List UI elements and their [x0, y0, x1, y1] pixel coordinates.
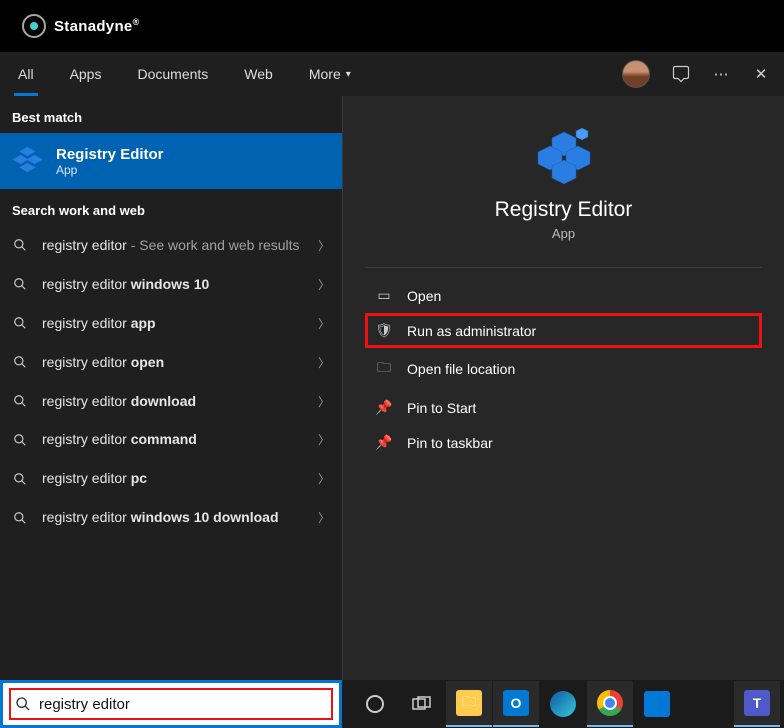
brand-name: Stanadyne®	[54, 17, 140, 35]
taskbar-task-view[interactable]	[399, 681, 445, 727]
action-pin-taskbar[interactable]: 📌 Pin to taskbar	[365, 425, 762, 460]
logo-ring-icon	[22, 14, 46, 38]
tab-documents[interactable]: Documents	[119, 52, 226, 96]
preview-subtitle: App	[552, 226, 575, 241]
suggestion-text: registry editor command	[42, 430, 304, 449]
suggestion-text: registry editor - See work and web resul…	[42, 236, 304, 255]
folder-icon: 🗀	[375, 357, 393, 381]
search-scope-bar: All Apps Documents Web More▾ ⋯ ✕	[0, 52, 784, 96]
suggestion-text: registry editor download	[42, 392, 304, 411]
user-avatar[interactable]	[622, 60, 650, 88]
taskbar-outlook[interactable]: O	[493, 681, 539, 727]
taskbar-app-blue[interactable]	[634, 681, 680, 727]
action-run-as-admin[interactable]: 🛡 Run as administrator	[365, 313, 762, 348]
chevron-right-icon: 〉	[318, 509, 330, 526]
suggestion-item[interactable]: registry editor open 〉	[0, 343, 342, 382]
search-icon	[12, 277, 28, 291]
search-icon	[15, 696, 31, 712]
action-open[interactable]: ▭ Open	[365, 278, 762, 313]
divider	[365, 267, 762, 268]
admin-shield-icon: 🛡	[375, 322, 393, 339]
chevron-right-icon: 〉	[318, 276, 330, 293]
suggestion-text: registry editor windows 10 download	[42, 508, 304, 527]
title-bar: Stanadyne®	[0, 0, 784, 52]
search-icon	[12, 472, 28, 486]
tab-web[interactable]: Web	[226, 52, 291, 96]
suggestion-item[interactable]: registry editor windows 10 download 〉	[0, 498, 342, 537]
preview-title: Registry Editor	[495, 198, 633, 222]
chevron-right-icon: 〉	[318, 237, 330, 254]
action-open-location[interactable]: 🗀 Open file location	[365, 348, 762, 390]
suggestion-text: registry editor pc	[42, 469, 304, 488]
search-box[interactable]	[0, 680, 342, 728]
suggestion-text: registry editor windows 10	[42, 275, 304, 294]
action-pin-start[interactable]: 📌 Pin to Start	[365, 390, 762, 425]
taskbar-edge[interactable]	[540, 681, 586, 727]
best-match-item[interactable]: Registry Editor App	[0, 133, 342, 189]
tab-more[interactable]: More▾	[291, 52, 369, 96]
search-icon	[12, 238, 28, 252]
more-options-icon[interactable]: ⋯	[712, 65, 730, 83]
registry-editor-icon	[12, 145, 44, 177]
suggestion-text: registry editor app	[42, 314, 304, 333]
chevron-right-icon: 〉	[318, 393, 330, 410]
search-icon	[12, 433, 28, 447]
close-icon[interactable]: ✕	[752, 65, 770, 83]
taskbar: 🗀 O T	[342, 680, 784, 728]
taskbar-chrome[interactable]	[587, 681, 633, 727]
tab-all[interactable]: All	[0, 52, 52, 96]
open-icon: ▭	[375, 287, 393, 304]
feedback-icon[interactable]	[672, 65, 690, 83]
suggestion-item[interactable]: registry editor download 〉	[0, 382, 342, 421]
taskbar-cortana[interactable]	[352, 681, 398, 727]
app-large-icon	[524, 124, 604, 184]
search-input[interactable]	[39, 696, 327, 713]
chevron-right-icon: 〉	[318, 354, 330, 371]
pin-icon: 📌	[375, 434, 393, 451]
search-icon	[12, 394, 28, 408]
best-match-header: Best match	[0, 96, 342, 133]
suggestion-item[interactable]: registry editor - See work and web resul…	[0, 226, 342, 265]
search-icon	[12, 511, 28, 525]
chevron-right-icon: 〉	[318, 431, 330, 448]
best-match-title: Registry Editor	[56, 146, 164, 163]
chevron-down-icon: ▾	[346, 69, 351, 80]
chevron-right-icon: 〉	[318, 470, 330, 487]
suggestion-item[interactable]: registry editor pc 〉	[0, 459, 342, 498]
suggestion-item[interactable]: registry editor command 〉	[0, 420, 342, 459]
preview-pane: Registry Editor App ▭ Open 🛡 Run as admi…	[342, 96, 784, 680]
brand-logo: Stanadyne®	[22, 14, 140, 38]
best-match-subtitle: App	[56, 163, 164, 177]
taskbar-explorer[interactable]: 🗀	[446, 681, 492, 727]
suggestion-item[interactable]: registry editor windows 10 〉	[0, 265, 342, 304]
taskbar-teams[interactable]: T	[734, 681, 780, 727]
chevron-right-icon: 〉	[318, 315, 330, 332]
search-icon	[12, 316, 28, 330]
pin-icon: 📌	[375, 399, 393, 416]
tab-apps[interactable]: Apps	[52, 52, 120, 96]
suggestion-text: registry editor open	[42, 353, 304, 372]
suggestion-item[interactable]: registry editor app 〉	[0, 304, 342, 343]
search-icon	[12, 355, 28, 369]
search-web-header: Search work and web	[0, 189, 342, 226]
results-pane: Best match Registry Editor App Search wo…	[0, 96, 342, 680]
